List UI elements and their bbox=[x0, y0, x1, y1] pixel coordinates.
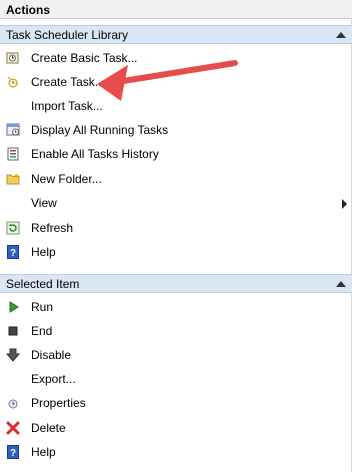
submenu-arrow-icon bbox=[342, 199, 347, 209]
folder-icon bbox=[6, 173, 20, 185]
run-icon bbox=[9, 301, 19, 313]
action-create-basic-task[interactable]: Create Basic Task... bbox=[0, 47, 352, 71]
action-end[interactable]: End bbox=[0, 320, 352, 344]
action-display-all-running-tasks[interactable]: Display All Running Tasks bbox=[0, 119, 352, 143]
action-label: End bbox=[31, 324, 53, 338]
refresh-icon bbox=[6, 221, 20, 235]
action-enable-all-tasks-history[interactable]: Enable All Tasks History bbox=[0, 143, 352, 167]
delete-icon bbox=[6, 421, 20, 435]
action-label: Help bbox=[31, 445, 56, 459]
action-label: Enable All Tasks History bbox=[31, 147, 159, 161]
action-label: Run bbox=[31, 300, 54, 314]
action-label: Properties bbox=[31, 396, 86, 410]
create-basic-task-icon bbox=[6, 52, 19, 64]
action-view[interactable]: View bbox=[0, 192, 352, 216]
running-tasks-icon bbox=[6, 123, 20, 136]
svg-text:?: ? bbox=[10, 248, 16, 259]
action-properties[interactable]: Properties bbox=[0, 392, 352, 416]
section-header-task-scheduler-library[interactable]: Task Scheduler Library bbox=[0, 25, 352, 44]
action-import-task[interactable]: Import Task... bbox=[0, 95, 352, 119]
action-help[interactable]: ? Help bbox=[0, 241, 352, 265]
action-label: New Folder... bbox=[31, 172, 102, 186]
action-label: Refresh bbox=[31, 221, 74, 235]
help-icon: ? bbox=[7, 445, 19, 459]
action-refresh[interactable]: Refresh bbox=[0, 217, 352, 241]
section-title: Task Scheduler Library bbox=[6, 28, 129, 42]
action-help-selected[interactable]: ? Help bbox=[0, 441, 352, 465]
collapse-caret-icon[interactable] bbox=[336, 281, 346, 287]
action-label: Help bbox=[31, 245, 56, 259]
section-title: Selected Item bbox=[6, 277, 80, 291]
action-disable[interactable]: Disable bbox=[0, 344, 352, 368]
action-label: Disable bbox=[31, 348, 72, 362]
action-label: View bbox=[31, 196, 57, 210]
actions-pane-title: Actions bbox=[0, 0, 352, 19]
action-label: Import Task... bbox=[31, 99, 103, 113]
action-create-task[interactable]: Create Task... bbox=[0, 71, 352, 95]
action-label: Display All Running Tasks bbox=[31, 123, 169, 137]
tasks-history-icon bbox=[7, 147, 19, 161]
actions-pane: Actions Task Scheduler Library Create Ba… bbox=[0, 0, 352, 472]
action-export[interactable]: Export... bbox=[0, 368, 352, 392]
disable-icon bbox=[6, 348, 20, 362]
create-task-icon bbox=[7, 76, 18, 88]
action-label: Export... bbox=[31, 372, 76, 386]
properties-icon bbox=[8, 399, 18, 409]
end-icon bbox=[8, 326, 18, 336]
help-icon: ? bbox=[7, 245, 19, 259]
action-label: Create Task... bbox=[31, 75, 105, 89]
action-label: Create Basic Task... bbox=[31, 51, 138, 65]
action-run[interactable]: Run bbox=[0, 296, 352, 320]
svg-text:?: ? bbox=[10, 448, 16, 459]
section-header-selected-item[interactable]: Selected Item bbox=[0, 274, 352, 293]
action-label: Delete bbox=[31, 421, 66, 435]
action-delete[interactable]: Delete bbox=[0, 417, 352, 441]
collapse-caret-icon[interactable] bbox=[336, 32, 346, 38]
action-new-folder[interactable]: New Folder... bbox=[0, 168, 352, 192]
